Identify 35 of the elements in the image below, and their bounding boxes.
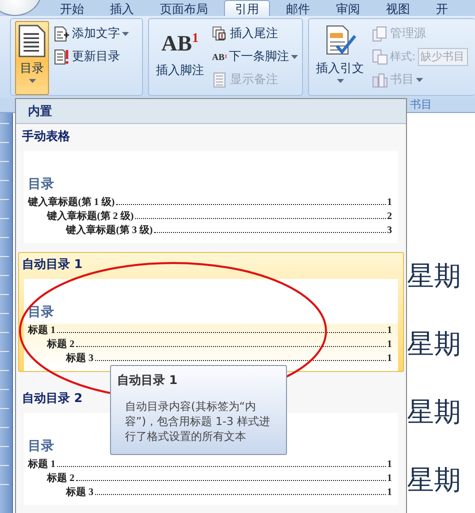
toc-entry-text: 键入章标题(第 2 级) — [47, 209, 134, 223]
toc-entry-text: 标题 1 — [28, 458, 56, 471]
document-text: 星期 — [407, 464, 461, 497]
page-number: 1 — [387, 325, 392, 336]
gallery-item-title: 自动目录 1 — [22, 256, 83, 273]
tooltip-title: 自动目录 1 — [117, 372, 178, 389]
next-footnote-icon: AB$^{1}$ — [212, 52, 228, 62]
gallery-item-title: 手动表格 — [22, 128, 70, 145]
page-number: 1 — [387, 353, 392, 364]
document-text: 星期 — [407, 396, 461, 429]
preview-heading: 目录 — [28, 176, 54, 194]
page-number: 1 — [387, 197, 392, 208]
page-number: 1 — [387, 459, 392, 470]
style-label: 样式: — [390, 49, 416, 64]
page-number: 2 — [387, 211, 392, 222]
preview-heading: 目录 — [28, 438, 54, 456]
tooltip-text: 自动目录内容(其标签为“内容”)，包含用标题 1-3 样式进行了格式设置的所有文本 — [124, 399, 271, 444]
page-number: 3 — [387, 225, 392, 236]
toc-entry-text: 标题 3 — [66, 352, 94, 365]
page-number: 1 — [387, 339, 392, 350]
preview-heading: 目录 — [28, 304, 54, 322]
page-number: 1 — [387, 487, 392, 498]
toc-entry-text: 标题 3 — [66, 486, 94, 499]
toc-entry-text: 标题 2 — [47, 338, 74, 351]
page-number: 1 — [387, 473, 392, 484]
toc-entry-text: 键入章标题(第 3 级) — [66, 223, 153, 237]
footnote-icon: AB$^{1}$ — [161, 30, 199, 60]
document-text: 星期 — [407, 260, 461, 293]
section-header: 内置 — [28, 103, 52, 120]
gallery-item-title: 自动目录 2 — [22, 390, 83, 407]
document-text: 星期 — [407, 328, 461, 361]
toc-entry-text: 标题 1 — [28, 324, 56, 337]
toc-entry-text: 标题 2 — [47, 472, 74, 485]
group-label: 书目 — [410, 98, 432, 111]
toc-entry-text: 键入章标题(第 1 级) — [28, 195, 115, 209]
